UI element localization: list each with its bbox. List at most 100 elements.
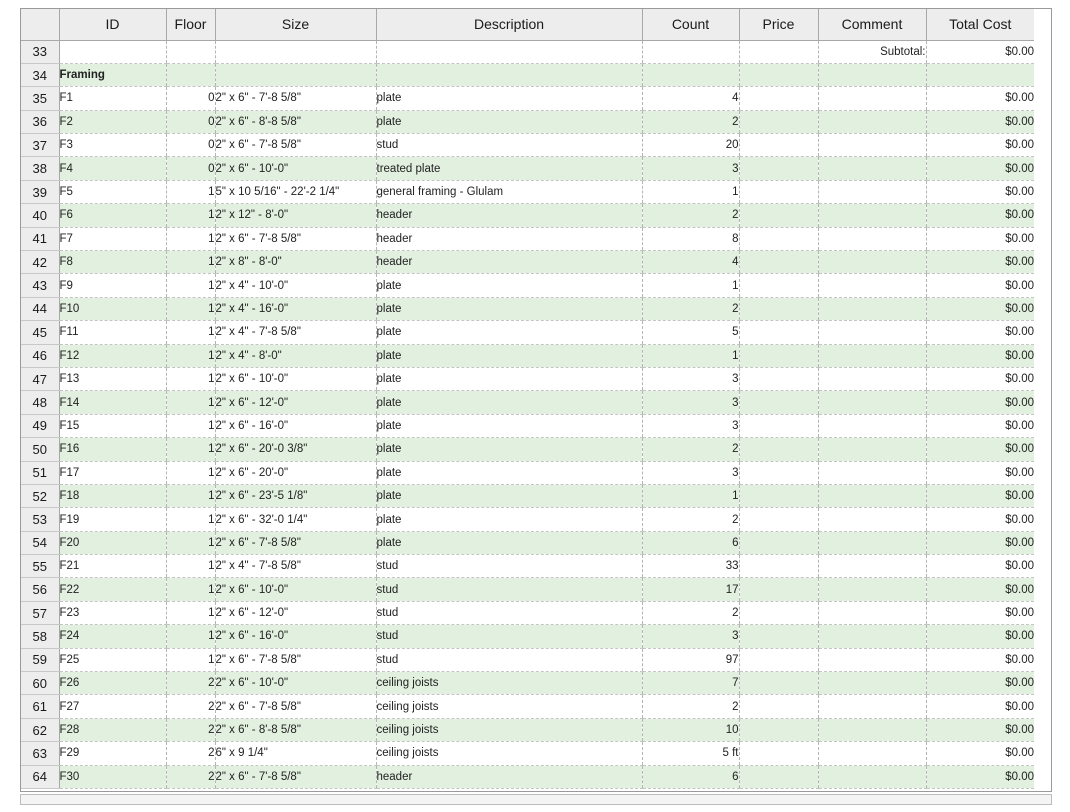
cell-price[interactable] xyxy=(738,227,818,252)
cell-comment[interactable] xyxy=(817,414,926,439)
row-number[interactable]: 40 xyxy=(21,203,60,228)
cell-id[interactable]: F27 xyxy=(58,694,166,719)
cell-count[interactable]: 2 xyxy=(641,297,739,322)
cell-id[interactable]: F8 xyxy=(58,250,166,275)
cell-id[interactable]: F15 xyxy=(58,414,166,439)
cell-size[interactable]: 2" x 4" - 10'-0" xyxy=(214,273,376,298)
cell-description[interactable]: ceiling joists xyxy=(375,694,642,719)
cell-id[interactable]: F25 xyxy=(58,648,166,673)
cell-size[interactable]: 2" x 6" - 10'-0" xyxy=(214,156,376,181)
cell-count[interactable]: 7 xyxy=(641,671,739,696)
cell-description[interactable] xyxy=(375,63,642,88)
cell-count[interactable]: 8 xyxy=(641,227,739,252)
cell-description[interactable]: plate xyxy=(375,86,642,111)
cell-id[interactable]: F12 xyxy=(58,344,166,368)
row-number[interactable]: 33 xyxy=(21,40,60,64)
cell-floor[interactable]: 2 xyxy=(165,765,215,790)
cell-floor[interactable]: 1 xyxy=(165,273,215,298)
cell-description[interactable]: plate xyxy=(375,344,642,368)
cell-total-cost[interactable]: $0.00 xyxy=(925,320,1034,345)
cell-comment[interactable] xyxy=(817,110,926,135)
cell-floor[interactable]: 1 xyxy=(165,437,215,462)
cell-comment[interactable] xyxy=(817,86,926,111)
cell-price[interactable] xyxy=(738,273,818,298)
cell-comment[interactable] xyxy=(817,648,926,673)
cell-price[interactable] xyxy=(738,484,818,509)
cell-total-cost[interactable]: $0.00 xyxy=(925,273,1034,298)
cell-comment[interactable] xyxy=(817,367,926,392)
cell-description[interactable]: stud xyxy=(375,554,642,579)
cell-count[interactable] xyxy=(641,63,739,88)
cell-comment[interactable] xyxy=(817,741,926,766)
cell-description[interactable]: plate xyxy=(375,461,642,485)
cell-description[interactable]: plate xyxy=(375,273,642,298)
cell-floor[interactable]: 1 xyxy=(165,320,215,345)
cell-total-cost[interactable]: $0.00 xyxy=(925,577,1034,602)
cell-count[interactable]: 1 xyxy=(641,273,739,298)
cell-comment[interactable] xyxy=(817,63,926,88)
row-number[interactable]: 54 xyxy=(21,531,60,556)
cell-price[interactable] xyxy=(738,63,818,88)
cell-price[interactable] xyxy=(738,577,818,602)
cell-comment[interactable] xyxy=(817,437,926,462)
cell-size[interactable]: 2" x 6" - 20'-0" xyxy=(214,461,376,485)
cell-comment[interactable] xyxy=(817,320,926,345)
cell-floor[interactable]: 1 xyxy=(165,203,215,228)
cell-size[interactable]: 2" x 4" - 7'-8 5/8" xyxy=(214,320,376,345)
cell-description[interactable]: general framing - Glulam xyxy=(375,180,642,205)
row-number[interactable]: 38 xyxy=(21,156,60,181)
cell-description[interactable]: header xyxy=(375,765,642,790)
cell-size[interactable]: 2" x 6" - 16'-0" xyxy=(214,624,376,649)
cell-description[interactable]: stud xyxy=(375,648,642,673)
cell-total-cost[interactable]: $0.00 xyxy=(925,203,1034,228)
cell-comment[interactable] xyxy=(817,156,926,181)
row-number[interactable]: 37 xyxy=(21,133,60,158)
column-header-id[interactable]: ID xyxy=(58,9,166,41)
cell-size[interactable]: 2" x 6" - 7'-8 5/8" xyxy=(214,227,376,252)
cell-comment[interactable] xyxy=(817,133,926,158)
cell-id[interactable]: F9 xyxy=(58,273,166,298)
row-number[interactable]: 58 xyxy=(21,624,60,649)
horizontal-scrollbar[interactable] xyxy=(20,794,1052,805)
cell-description[interactable]: plate xyxy=(375,437,642,462)
column-header-comment[interactable]: Comment xyxy=(817,9,926,41)
cell-total-cost[interactable]: $0.00 xyxy=(925,437,1034,462)
cell-size[interactable]: 2" x 6" - 8'-8 5/8" xyxy=(214,110,376,135)
cell-price[interactable] xyxy=(738,554,818,579)
cell-total-cost[interactable]: $0.00 xyxy=(925,110,1034,135)
cell-size[interactable]: 2" x 6" - 32'-0 1/4" xyxy=(214,507,376,532)
cell-count[interactable]: 4 xyxy=(641,86,739,111)
cell-floor[interactable]: 1 xyxy=(165,601,215,626)
cell-price[interactable] xyxy=(738,297,818,322)
row-number[interactable]: 46 xyxy=(21,344,60,368)
cell-id[interactable]: F24 xyxy=(58,624,166,649)
cell-price[interactable] xyxy=(738,390,818,415)
row-number[interactable]: 44 xyxy=(21,297,60,322)
cell-description[interactable]: plate xyxy=(375,531,642,556)
cell-id[interactable]: F1 xyxy=(58,86,166,111)
cell-id[interactable]: F13 xyxy=(58,367,166,392)
cell-comment[interactable] xyxy=(817,765,926,790)
cell-description[interactable]: plate xyxy=(375,367,642,392)
cell-description[interactable]: header xyxy=(375,250,642,275)
cell-id[interactable]: Framing xyxy=(58,63,166,88)
cell-size[interactable]: 2" x 6" - 20'-0 3/8" xyxy=(214,437,376,462)
cell-id[interactable]: F18 xyxy=(58,484,166,509)
cell-price[interactable] xyxy=(738,531,818,556)
cell-description[interactable]: plate xyxy=(375,110,642,135)
row-number[interactable]: 64 xyxy=(21,765,60,790)
row-number[interactable]: 56 xyxy=(21,577,60,602)
cell-description[interactable]: plate xyxy=(375,390,642,415)
cell-total-cost[interactable]: $0.00 xyxy=(925,414,1034,439)
cell-count[interactable]: 4 xyxy=(641,250,739,275)
row-number[interactable]: 63 xyxy=(21,741,60,766)
cell-description[interactable]: header xyxy=(375,203,642,228)
cell-total-cost[interactable]: $0.00 xyxy=(925,86,1034,111)
cell-price[interactable] xyxy=(738,741,818,766)
cell-comment[interactable]: Subtotal: xyxy=(817,40,926,64)
cell-description[interactable]: ceiling joists xyxy=(375,718,642,743)
cell-floor[interactable]: 2 xyxy=(165,741,215,766)
cell-count[interactable]: 3 xyxy=(641,624,739,649)
cell-floor[interactable]: 1 xyxy=(165,484,215,509)
cell-description[interactable]: plate xyxy=(375,507,642,532)
